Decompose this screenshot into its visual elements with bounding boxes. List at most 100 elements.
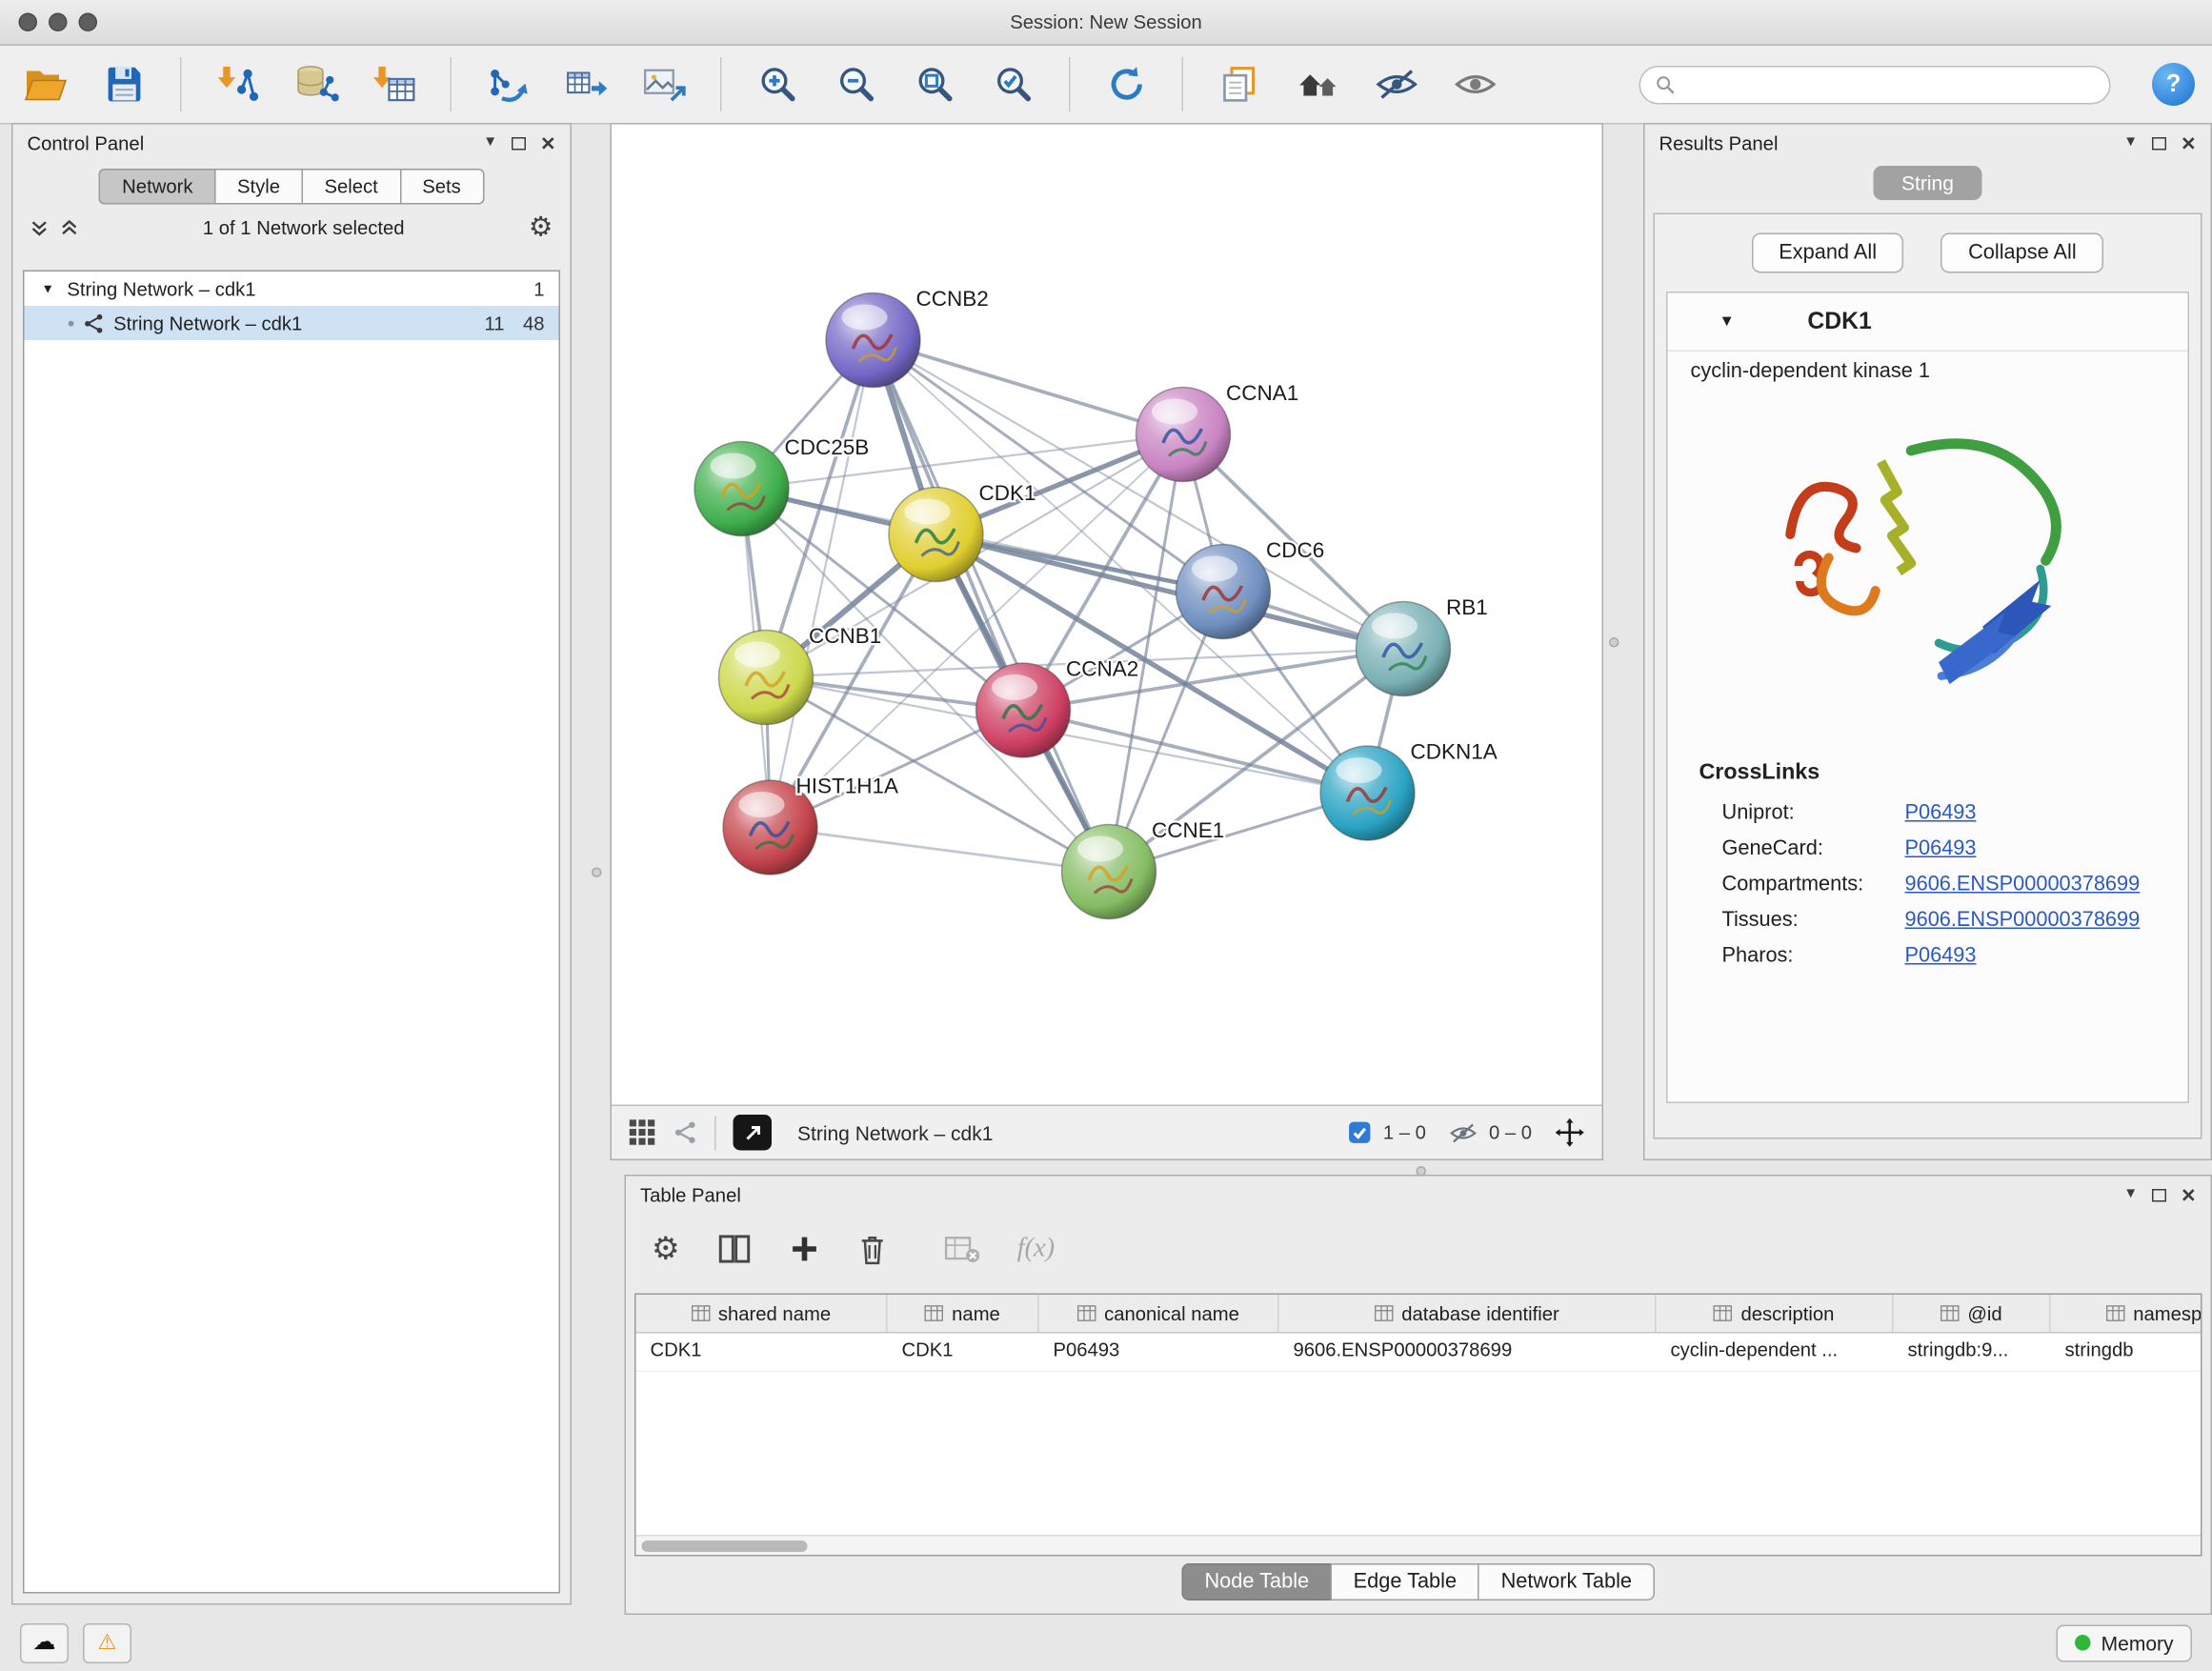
- table-cell[interactable]: cyclin-dependent ...: [1657, 1334, 1894, 1371]
- scrollbar-thumb[interactable]: [642, 1540, 808, 1551]
- chevron-down-icon[interactable]: ▼: [1719, 313, 1735, 331]
- table-cell[interactable]: stringdb:9...: [1894, 1334, 2051, 1371]
- network-node-RB1[interactable]: [1357, 602, 1451, 696]
- show-graphics-details-button[interactable]: [1446, 54, 1503, 114]
- hidden-eye-slash-icon[interactable]: [1449, 1119, 1478, 1145]
- vertical-splitter-handle[interactable]: [592, 868, 602, 878]
- import-table-button[interactable]: [366, 54, 423, 114]
- crosslink-value-link[interactable]: 9606.ENSP00000378699: [1905, 908, 2141, 931]
- crosslink-value-link[interactable]: P06493: [1905, 836, 1977, 859]
- column-header-shared-name[interactable]: shared name: [636, 1295, 888, 1332]
- horizontal-scrollbar[interactable]: [636, 1535, 2202, 1555]
- network-node-CDK1[interactable]: [889, 488, 983, 582]
- tab-network[interactable]: Network: [99, 169, 215, 205]
- table-cell[interactable]: 9606.ENSP00000378699: [1279, 1334, 1657, 1371]
- column-header-description[interactable]: description: [1657, 1295, 1894, 1332]
- maximize-window-button[interactable]: [79, 13, 98, 32]
- collapse-all-icon[interactable]: [60, 218, 79, 237]
- column-header-canonical-name[interactable]: canonical name: [1039, 1295, 1279, 1332]
- tab-network-table[interactable]: Network Table: [1478, 1563, 1655, 1601]
- warnings-button[interactable]: ⚠: [83, 1623, 131, 1663]
- network-node-CCNA1[interactable]: [1136, 388, 1231, 482]
- pan-crosshair-icon[interactable]: [1555, 1117, 1585, 1148]
- table-cell[interactable]: CDK1: [888, 1334, 1039, 1371]
- export-image-button[interactable]: [636, 54, 694, 114]
- network-node-CDKN1A[interactable]: [1320, 746, 1415, 840]
- zoom-in-button[interactable]: [749, 54, 806, 114]
- collapse-panel-icon[interactable]: ▼: [483, 136, 497, 151]
- network-view[interactable]: CCNB2CCNA1CDC25BCDK1CDC6RB1CCNB1CCNA2CDK…: [611, 123, 1604, 1160]
- navigator-toggle-button[interactable]: [734, 1115, 773, 1151]
- close-window-button[interactable]: [19, 13, 38, 32]
- tab-sets[interactable]: Sets: [399, 169, 484, 205]
- export-network-button[interactable]: [479, 54, 536, 114]
- chevron-down-icon[interactable]: ▼: [42, 282, 54, 296]
- tab-edge-table[interactable]: Edge Table: [1331, 1563, 1479, 1601]
- show-columns-icon[interactable]: [717, 1234, 752, 1265]
- grid-view-icon[interactable]: [629, 1119, 656, 1147]
- zoom-out-button[interactable]: [828, 54, 885, 114]
- copy-view-button[interactable]: [1211, 54, 1268, 114]
- close-panel-icon[interactable]: ✕: [2181, 1185, 2196, 1204]
- import-network-file-button[interactable]: [209, 54, 266, 114]
- table-cell[interactable]: CDK1: [636, 1334, 888, 1371]
- delete-column-trash-icon[interactable]: [857, 1233, 888, 1266]
- minimize-window-button[interactable]: [49, 13, 68, 32]
- search-box[interactable]: [1639, 65, 2111, 104]
- column-header-database-identifier[interactable]: database identifier: [1279, 1295, 1657, 1332]
- tab-select[interactable]: Select: [301, 169, 400, 205]
- network-node-CCNB2[interactable]: [826, 293, 920, 388]
- network-node-CCNB1[interactable]: [719, 631, 814, 725]
- horizontal-splitter-handle[interactable]: [1417, 1166, 1427, 1177]
- apply-layout-button[interactable]: [1097, 54, 1155, 114]
- home-button[interactable]: [1289, 54, 1346, 114]
- network-collection-row[interactable]: ▼ String Network – cdk1 1: [25, 272, 559, 306]
- network-canvas[interactable]: CCNB2CCNA1CDC25BCDK1CDC6RB1CCNB1CCNA2CDK…: [612, 125, 1602, 1107]
- crosslink-value-link[interactable]: 9606.ENSP00000378699: [1905, 873, 2141, 896]
- string-results-tab[interactable]: String: [1873, 166, 1982, 200]
- network-node-CDC25B[interactable]: [694, 442, 789, 536]
- column-header-namespac[interactable]: namespac: [2051, 1295, 2202, 1332]
- table-settings-gear-icon[interactable]: ⚙: [652, 1234, 680, 1265]
- expand-all-icon[interactable]: [30, 218, 50, 237]
- gene-card-header[interactable]: ▼ CDK1: [1668, 293, 2188, 352]
- search-input[interactable]: [1685, 72, 2096, 97]
- network-node-CCNA2[interactable]: [976, 663, 1071, 757]
- open-session-button[interactable]: [17, 54, 74, 114]
- column-header-name[interactable]: name: [888, 1295, 1039, 1332]
- hide-selected-button[interactable]: [1368, 54, 1425, 114]
- close-panel-icon[interactable]: ✕: [540, 133, 555, 152]
- network-row-selected[interactable]: ● String Network – cdk1 11 48: [25, 306, 559, 340]
- cloud-status-button[interactable]: ☁: [20, 1623, 69, 1663]
- import-network-database-button[interactable]: [288, 54, 345, 114]
- float-panel-icon[interactable]: [2152, 136, 2166, 150]
- network-node-CDC6[interactable]: [1176, 545, 1271, 639]
- float-panel-icon[interactable]: [512, 136, 526, 150]
- table-cell[interactable]: P06493: [1039, 1334, 1279, 1371]
- selected-checkbox-icon[interactable]: [1347, 1120, 1372, 1145]
- close-panel-icon[interactable]: ✕: [2181, 133, 2196, 152]
- add-column-icon[interactable]: [789, 1234, 820, 1265]
- tab-style[interactable]: Style: [214, 169, 303, 205]
- vertical-splitter-handle[interactable]: [1609, 637, 1619, 648]
- gear-icon[interactable]: ⚙: [529, 213, 553, 241]
- network-node-CCNE1[interactable]: [1062, 825, 1156, 919]
- collapse-panel-icon[interactable]: ▼: [2123, 1188, 2138, 1202]
- crosslink-value-link[interactable]: P06493: [1905, 801, 1977, 824]
- table-cell[interactable]: stringdb: [2051, 1334, 2202, 1371]
- memory-button[interactable]: Memory: [2057, 1624, 2192, 1661]
- help-button[interactable]: ?: [2152, 63, 2195, 106]
- zoom-fit-button[interactable]: [906, 54, 963, 114]
- collapse-all-button[interactable]: Collapse All: [1941, 233, 2104, 273]
- float-panel-icon[interactable]: [2152, 1188, 2166, 1201]
- save-session-button[interactable]: [96, 54, 153, 114]
- tab-node-table[interactable]: Node Table: [1181, 1563, 1332, 1601]
- expand-all-button[interactable]: Expand All: [1752, 233, 1904, 273]
- export-table-button[interactable]: [557, 54, 614, 114]
- column-header--id[interactable]: @id: [1894, 1295, 2051, 1332]
- crosslink-value-link[interactable]: P06493: [1905, 944, 1977, 967]
- table-row[interactable]: CDK1CDK1P064939606.ENSP00000378699cyclin…: [636, 1334, 2202, 1373]
- collapse-panel-icon[interactable]: ▼: [2123, 136, 2138, 151]
- network-list-icon[interactable]: [674, 1120, 698, 1145]
- zoom-selected-button[interactable]: [985, 54, 1042, 114]
